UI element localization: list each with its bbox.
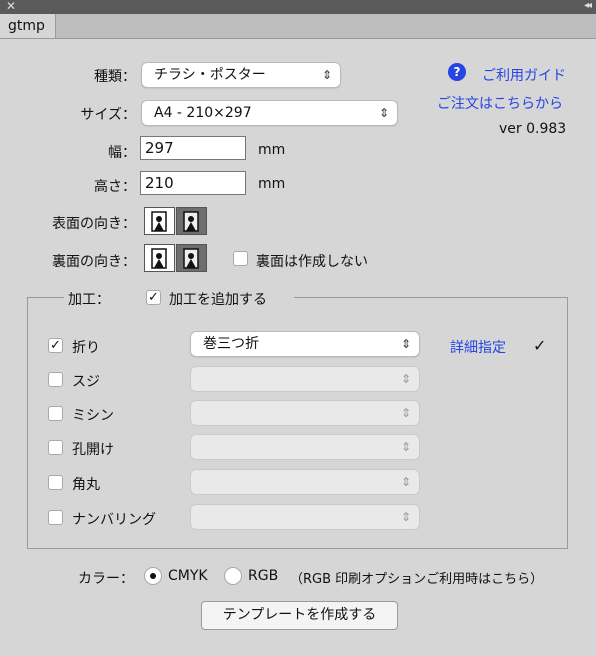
panel-titlebar: ✕ ◂◂ <box>0 0 596 14</box>
tab-gtmp[interactable]: gtmp <box>0 14 56 38</box>
chevron-updown-icon: ⇕ <box>400 475 411 489</box>
help-icon[interactable]: ? <box>448 63 466 81</box>
height-field[interactable]: 210 <box>140 171 246 195</box>
color-label: カラー： <box>78 571 134 587</box>
portrait-doc-icon <box>151 211 167 232</box>
cmyk-label: CMYK <box>168 568 208 584</box>
front-orientation-toggle <box>144 207 210 235</box>
add-processing-checkbox[interactable]: ✓ <box>146 290 161 305</box>
processing-label-hole: 孔開け <box>72 442 114 458</box>
processing-label-fold: 折り <box>72 340 100 356</box>
landscape-button[interactable] <box>176 244 207 272</box>
size-select[interactable]: A4 - 210×297 ⇕ <box>141 100 398 126</box>
processing-label-numbering: ナンバリング <box>72 512 156 528</box>
create-template-button[interactable]: テンプレートを作成する <box>201 601 398 630</box>
back-orientation-label: 裏面の向き： <box>52 254 136 270</box>
guide-link[interactable]: ご利用ガイド <box>482 65 566 85</box>
version-label: ver 0.983 <box>499 121 567 137</box>
chevron-updown-icon: ⇕ <box>400 372 411 386</box>
collapse-icon[interactable]: ◂◂ <box>584 0 592 14</box>
chevron-updown-icon: ⇕ <box>400 510 411 524</box>
portrait-button[interactable] <box>144 207 175 235</box>
processing-checkbox-round-corner[interactable] <box>48 475 63 490</box>
processing-label-perforation: ミシン <box>72 408 114 424</box>
rotated-doc-icon <box>183 211 199 232</box>
rotated-doc-icon <box>183 248 199 269</box>
processing-checkbox-hole[interactable] <box>48 440 63 455</box>
processing-checkbox-fold[interactable]: ✓ <box>48 338 63 353</box>
front-orientation-label: 表面の向き： <box>52 216 136 232</box>
processing-label-crease: スジ <box>72 374 100 390</box>
type-select[interactable]: チラシ・ポスター ⇕ <box>141 62 341 88</box>
cmyk-radio[interactable] <box>144 567 162 585</box>
processing-label: 加工： <box>68 292 110 308</box>
detail-check-icon: ✓ <box>533 336 547 355</box>
type-label: 種類： <box>94 69 136 85</box>
rgb-label: RGB <box>248 568 279 584</box>
height-label: 高さ： <box>94 179 136 195</box>
numbering-select[interactable]: ⇕ <box>190 504 420 530</box>
landscape-button[interactable] <box>176 207 207 235</box>
hole-select[interactable]: ⇕ <box>190 434 420 460</box>
fold-select-value: 巻三つ折 <box>203 336 259 352</box>
rgb-radio[interactable] <box>224 567 242 585</box>
size-label: サイズ： <box>80 107 136 123</box>
round-corner-select[interactable]: ⇕ <box>190 469 420 495</box>
back-orientation-toggle <box>144 244 210 272</box>
fold-select[interactable]: 巻三つ折 ⇕ <box>190 331 420 357</box>
chevron-updown-icon: ⇕ <box>378 106 389 120</box>
detail-link[interactable]: 詳細指定 <box>450 337 506 357</box>
portrait-button[interactable] <box>144 244 175 272</box>
chevron-updown-icon: ⇕ <box>400 337 411 351</box>
close-icon[interactable]: ✕ <box>6 0 16 14</box>
no-back-label: 裏面は作成しない <box>256 254 368 270</box>
width-field[interactable]: 297 <box>140 136 246 160</box>
crease-select[interactable]: ⇕ <box>190 366 420 392</box>
size-select-value: A4 - 210×297 <box>154 105 252 121</box>
tab-bar: gtmp <box>0 14 596 39</box>
no-back-checkbox[interactable] <box>233 251 248 266</box>
processing-checkbox-perforation[interactable] <box>48 406 63 421</box>
height-unit: mm <box>258 176 286 192</box>
portrait-doc-icon <box>151 248 167 269</box>
chevron-updown-icon: ⇕ <box>400 440 411 454</box>
type-select-value: チラシ・ポスター <box>154 67 266 83</box>
processing-label-round-corner: 角丸 <box>72 477 100 493</box>
chevron-updown-icon: ⇕ <box>321 68 332 82</box>
width-label: 幅： <box>108 145 136 161</box>
processing-checkbox-numbering[interactable] <box>48 510 63 525</box>
processing-checkbox-crease[interactable] <box>48 372 63 387</box>
order-link[interactable]: ご注文はこちらから <box>437 93 563 113</box>
width-unit: mm <box>258 142 286 158</box>
perforation-select[interactable]: ⇕ <box>190 400 420 426</box>
add-processing-label: 加工を追加する <box>169 292 267 308</box>
rgb-note: （RGB 印刷オプションご利用時はこちら） <box>290 572 544 587</box>
chevron-updown-icon: ⇕ <box>400 406 411 420</box>
